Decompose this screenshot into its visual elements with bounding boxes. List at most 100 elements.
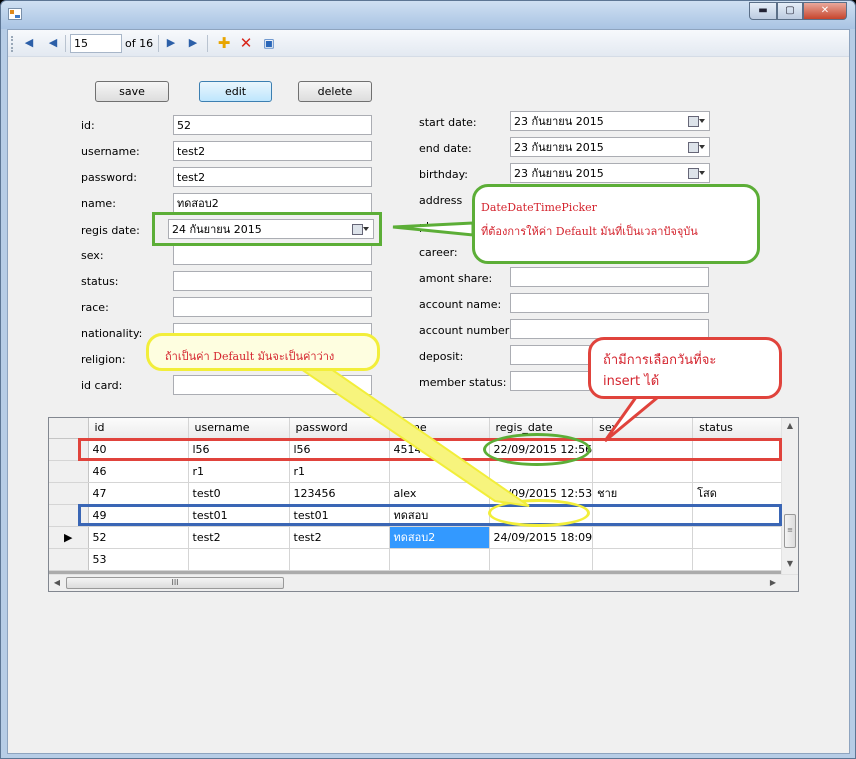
title-bar[interactable]: ▬ ▢ ✕ (1, 1, 855, 29)
table-row[interactable]: 46 r1 r1 (49, 460, 794, 483)
grid-cell[interactable]: r1 (289, 460, 390, 483)
calendar-dropdown-icon[interactable] (688, 167, 706, 179)
row-header[interactable] (49, 482, 89, 505)
row-header[interactable] (49, 460, 89, 483)
grid-cell[interactable]: test01 (188, 504, 290, 527)
member-status-field[interactable] (510, 371, 590, 391)
table-row[interactable]: ▶ 52 test2 test2 ทดสอบ2 24/09/2015 18:09 (49, 526, 794, 549)
table-row[interactable]: 40 l56 l56 45145 22/09/2015 12:56 (49, 438, 794, 461)
grid-cell[interactable] (188, 548, 290, 571)
column-header[interactable]: username (188, 418, 290, 439)
grid-cell[interactable]: 45145 (389, 438, 490, 461)
table-row[interactable]: 53 (49, 548, 794, 571)
close-button[interactable]: ✕ (803, 2, 847, 20)
calendar-dropdown-icon[interactable] (688, 115, 706, 127)
deposit-field[interactable] (510, 345, 590, 365)
scroll-left-icon[interactable]: ◀ (49, 575, 65, 591)
delete-icon[interactable]: ✕ (239, 36, 253, 51)
sex-field[interactable] (173, 245, 372, 265)
account-name-field[interactable] (510, 293, 709, 313)
data-grid[interactable]: id username password name regis_date sex… (48, 417, 799, 592)
end-date-picker[interactable]: 23 กันยายน 2015 (510, 137, 710, 157)
grid-cell[interactable]: โสด (692, 482, 794, 505)
column-header[interactable]: password (289, 418, 390, 439)
table-row[interactable]: 49 test01 test01 ทดสอบ (49, 504, 794, 527)
grid-cell[interactable] (389, 460, 490, 483)
password-field[interactable]: test2 (173, 167, 372, 187)
status-field[interactable] (173, 271, 372, 291)
row-header-corner[interactable] (49, 418, 89, 439)
id-field[interactable]: 52 (173, 115, 372, 135)
move-first-icon[interactable]: ◀​ (22, 36, 36, 50)
grid-cell[interactable]: 53 (88, 548, 189, 571)
move-previous-icon[interactable]: ◀ (46, 36, 60, 50)
row-header[interactable] (49, 438, 89, 461)
grid-cell[interactable]: 24/09/2015 18:09 (489, 526, 594, 549)
grid-cell[interactable]: 123456 (289, 482, 390, 505)
scroll-up-icon[interactable]: ▲ (782, 418, 798, 434)
selected-grid-cell[interactable]: ทดสอบ2 (389, 526, 490, 549)
delete-button[interactable]: delete (298, 81, 372, 102)
grid-cell[interactable]: r1 (188, 460, 290, 483)
save-icon[interactable]: ▣ (262, 36, 276, 50)
id-card-field[interactable] (173, 375, 372, 395)
grid-cell[interactable] (592, 504, 694, 527)
grid-cell[interactable] (592, 460, 694, 483)
grid-cell[interactable] (289, 548, 390, 571)
grid-cell[interactable] (489, 548, 594, 571)
grid-cell[interactable]: l56 (289, 438, 390, 461)
grid-cell[interactable]: 52 (88, 526, 189, 549)
horizontal-scroll-thumb[interactable]: III (66, 577, 284, 589)
column-header[interactable]: sex (592, 418, 694, 439)
grid-cell[interactable] (389, 548, 490, 571)
name-field[interactable]: ทดสอบ2 (173, 193, 372, 213)
grid-cell[interactable] (592, 438, 694, 461)
grid-cell[interactable] (692, 460, 794, 483)
edit-button[interactable]: edit (199, 81, 272, 102)
grid-cell[interactable]: ชาย (592, 482, 694, 505)
grid-cell[interactable]: 40 (88, 438, 189, 461)
grid-cell[interactable]: 49 (88, 504, 189, 527)
save-button[interactable]: save (95, 81, 169, 102)
vertical-scrollbar[interactable]: ▲ ≡ ▼ (781, 418, 798, 574)
column-header[interactable]: status (692, 418, 794, 439)
column-header[interactable]: name (389, 418, 490, 439)
grid-cell[interactable]: test2 (188, 526, 290, 549)
column-header[interactable]: regis_date (489, 418, 594, 439)
grid-cell[interactable]: 46 (88, 460, 189, 483)
grid-cell[interactable] (489, 504, 594, 527)
grid-cell[interactable]: 23/09/2015 12:53 (489, 482, 594, 505)
grid-cell[interactable] (692, 526, 794, 549)
grid-cell[interactable] (692, 438, 794, 461)
toolbar-grip[interactable] (11, 36, 14, 52)
table-row[interactable]: 47 test0 123456 alex 23/09/2015 12:53 ชา… (49, 482, 794, 505)
grid-cell[interactable]: alex (389, 482, 490, 505)
grid-cell[interactable]: ทดสอบ (389, 504, 490, 527)
grid-cell[interactable]: test01 (289, 504, 390, 527)
grid-cell[interactable]: test0 (188, 482, 290, 505)
calendar-dropdown-icon[interactable] (688, 141, 706, 153)
row-header[interactable] (49, 548, 89, 571)
grid-cell[interactable] (489, 460, 594, 483)
start-date-picker[interactable]: 23 กันยายน 2015 (510, 111, 710, 131)
grid-cell[interactable]: test2 (289, 526, 390, 549)
current-row-indicator[interactable]: ▶ (49, 526, 89, 549)
grid-cell[interactable] (692, 504, 794, 527)
row-header[interactable] (49, 504, 89, 527)
scroll-down-icon[interactable]: ▼ (782, 556, 798, 572)
minimize-button[interactable]: ▬ (749, 2, 777, 20)
grid-cell[interactable]: 47 (88, 482, 189, 505)
grid-cell[interactable] (592, 548, 694, 571)
position-input[interactable] (70, 34, 122, 53)
grid-cell[interactable]: l56 (188, 438, 290, 461)
username-field[interactable]: test2 (173, 141, 372, 161)
birthday-picker[interactable]: 23 กันยายน 2015 (510, 163, 710, 183)
regis-date-picker[interactable]: 24 กันยายน 2015 (168, 219, 374, 239)
maximize-button[interactable]: ▢ (777, 2, 803, 20)
column-header[interactable]: id (88, 418, 189, 439)
calendar-dropdown-icon[interactable] (352, 223, 370, 235)
grid-cell[interactable]: 22/09/2015 12:56 (489, 438, 594, 461)
grid-cell[interactable] (592, 526, 694, 549)
horizontal-scrollbar[interactable]: ◀ III ▶ (49, 574, 798, 591)
account-number-field[interactable] (510, 319, 709, 339)
